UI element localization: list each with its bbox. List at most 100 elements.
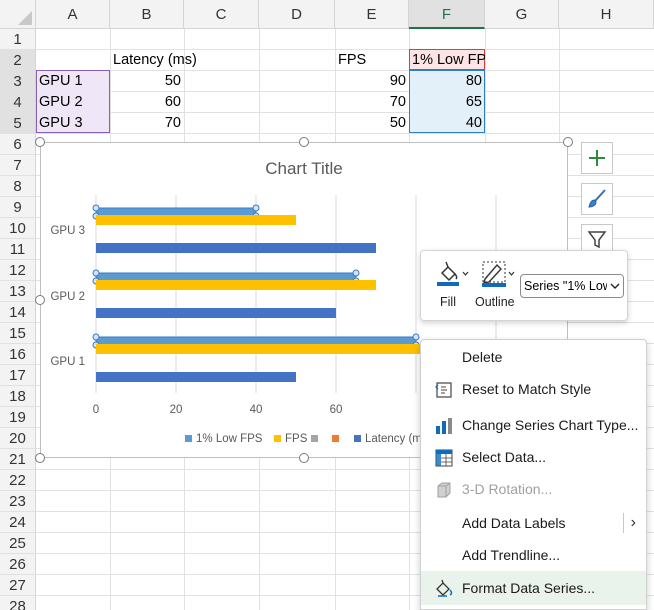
row-header-7[interactable]: 7 [0, 155, 36, 176]
bar-fps-gpu-1[interactable] [96, 344, 456, 354]
row-header-11[interactable]: 11 [0, 239, 36, 260]
bar-fps-gpu-2[interactable] [96, 280, 376, 290]
menu-item-3d-rotation[interactable]: 3-D Rotation... [421, 473, 646, 505]
legend-label[interactable]: 1% Low FPS [196, 433, 263, 445]
row-header-14[interactable]: 14 [0, 302, 36, 323]
cell-f5[interactable]: 40 [409, 113, 485, 134]
row-header-6[interactable]: 6 [0, 134, 36, 155]
row-header-15[interactable]: 15 [0, 323, 36, 344]
resize-handle-top-left[interactable] [35, 137, 45, 147]
legend-swatch[interactable] [185, 435, 192, 442]
column-header-d[interactable]: D [259, 0, 335, 29]
menu-item-select-data[interactable]: Select Data... [421, 441, 646, 473]
bar-1-low-fps-gpu-1[interactable] [95, 336, 417, 346]
series-selector-dropdown[interactable]: Series "1% Low FPS" [520, 274, 624, 298]
row-header-27[interactable]: 27 [0, 575, 36, 596]
row-header-8[interactable]: 8 [0, 176, 36, 197]
legend-label[interactable]: Latency (m [365, 433, 422, 445]
legend-swatch[interactable] [354, 435, 361, 442]
cell-f3[interactable]: 80 [409, 71, 485, 92]
series-selection-handle[interactable] [92, 204, 100, 212]
column-header-h[interactable]: H [559, 0, 654, 29]
cell-b3[interactable]: 50 [110, 71, 184, 92]
row-header-17[interactable]: 17 [0, 365, 36, 386]
resize-handle-bottom[interactable] [299, 453, 309, 463]
row-header-10[interactable]: 10 [0, 218, 36, 239]
menu-item-add-data-labels[interactable]: Add Data Labels › [421, 507, 646, 539]
x-tick-label[interactable]: 60 [330, 404, 343, 416]
legend-swatch[interactable] [274, 435, 281, 442]
cell-a5[interactable]: GPU 3 [36, 113, 110, 134]
row-header-22[interactable]: 22 [0, 470, 36, 491]
x-tick-label[interactable]: 20 [170, 404, 183, 416]
cell-a3[interactable]: GPU 1 [36, 71, 110, 92]
bar-fps-gpu-3[interactable] [96, 215, 296, 225]
resize-handle-bottom-left[interactable] [35, 453, 45, 463]
resize-handle-top-right[interactable] [563, 137, 573, 147]
series-selection-handle[interactable] [92, 269, 100, 277]
bar-latency-ms--gpu-1[interactable] [96, 372, 296, 382]
column-header-g[interactable]: G [485, 0, 559, 29]
series-selection-handle[interactable] [252, 204, 260, 212]
category-label[interactable]: GPU 2 [50, 291, 85, 303]
cell-e3[interactable]: 90 [335, 71, 409, 92]
cell-a4[interactable]: GPU 2 [36, 92, 110, 113]
cell-f2[interactable]: 1% Low FPS [409, 50, 485, 71]
column-header-f[interactable]: F [409, 0, 485, 29]
row-header-21[interactable]: 21 [0, 449, 36, 470]
chart-title[interactable]: Chart Title [265, 159, 342, 178]
row-header-5[interactable]: 5 [0, 113, 36, 134]
outline-button[interactable] [479, 259, 517, 291]
row-header-4[interactable]: 4 [0, 92, 36, 113]
row-header-2[interactable]: 2 [0, 50, 36, 71]
row-header-28[interactable]: 28 [0, 596, 36, 610]
bar-1-low-fps-gpu-2[interactable] [95, 272, 357, 282]
row-header-26[interactable]: 26 [0, 554, 36, 575]
chart-filters-button[interactable] [581, 224, 613, 252]
column-header-a[interactable]: A [36, 0, 110, 29]
legend-swatch[interactable] [332, 435, 339, 442]
cell-b5[interactable]: 70 [110, 113, 184, 134]
series-selection-handle[interactable] [92, 333, 100, 341]
cell-e4[interactable]: 70 [335, 92, 409, 113]
legend-swatch[interactable] [311, 435, 318, 442]
fill-button[interactable] [436, 259, 470, 291]
menu-item-change-chart-type[interactable]: Change Series Chart Type... [421, 409, 646, 441]
cell-f4[interactable]: 65 [409, 92, 485, 113]
series-selection-handle[interactable] [412, 333, 420, 341]
chart-elements-button[interactable] [581, 142, 613, 174]
row-header-20[interactable]: 20 [0, 428, 36, 449]
resize-handle-top[interactable] [299, 137, 309, 147]
row-header-23[interactable]: 23 [0, 491, 36, 512]
x-tick-label[interactable]: 0 [93, 404, 99, 416]
menu-item-format-data-series[interactable]: Format Data Series... [421, 571, 646, 605]
bar-1-low-fps-gpu-3[interactable] [95, 207, 257, 217]
bar-latency-ms--gpu-3[interactable] [96, 243, 376, 253]
select-all-corner[interactable] [0, 0, 36, 29]
x-tick-label[interactable]: 40 [250, 404, 263, 416]
category-label[interactable]: GPU 3 [50, 225, 85, 237]
bar-latency-ms--gpu-2[interactable] [96, 308, 336, 318]
menu-item-reset-style[interactable]: Reset to Match Style [421, 373, 646, 405]
cell-b4[interactable]: 60 [110, 92, 184, 113]
column-header-c[interactable]: C [184, 0, 259, 29]
menu-item-delete[interactable]: Delete [421, 341, 646, 373]
series-selection-handle[interactable] [352, 269, 360, 277]
legend-label[interactable]: FPS [285, 433, 308, 445]
row-header-9[interactable]: 9 [0, 197, 36, 218]
row-header-1[interactable]: 1 [0, 29, 36, 50]
row-header-25[interactable]: 25 [0, 533, 36, 554]
resize-handle-left[interactable] [35, 295, 45, 305]
column-header-e[interactable]: E [335, 0, 409, 29]
row-header-3[interactable]: 3 [0, 71, 36, 92]
row-header-16[interactable]: 16 [0, 344, 36, 365]
row-header-19[interactable]: 19 [0, 407, 36, 428]
chart-styles-button[interactable] [581, 183, 613, 215]
cell-e2[interactable]: FPS [335, 50, 409, 71]
column-header-b[interactable]: B [110, 0, 184, 29]
menu-item-add-trendline[interactable]: Add Trendline... [421, 539, 646, 571]
row-header-13[interactable]: 13 [0, 281, 36, 302]
category-label[interactable]: GPU 1 [50, 356, 85, 368]
cell-b2[interactable]: Latency (ms) [110, 50, 259, 71]
cell-e5[interactable]: 50 [335, 113, 409, 134]
